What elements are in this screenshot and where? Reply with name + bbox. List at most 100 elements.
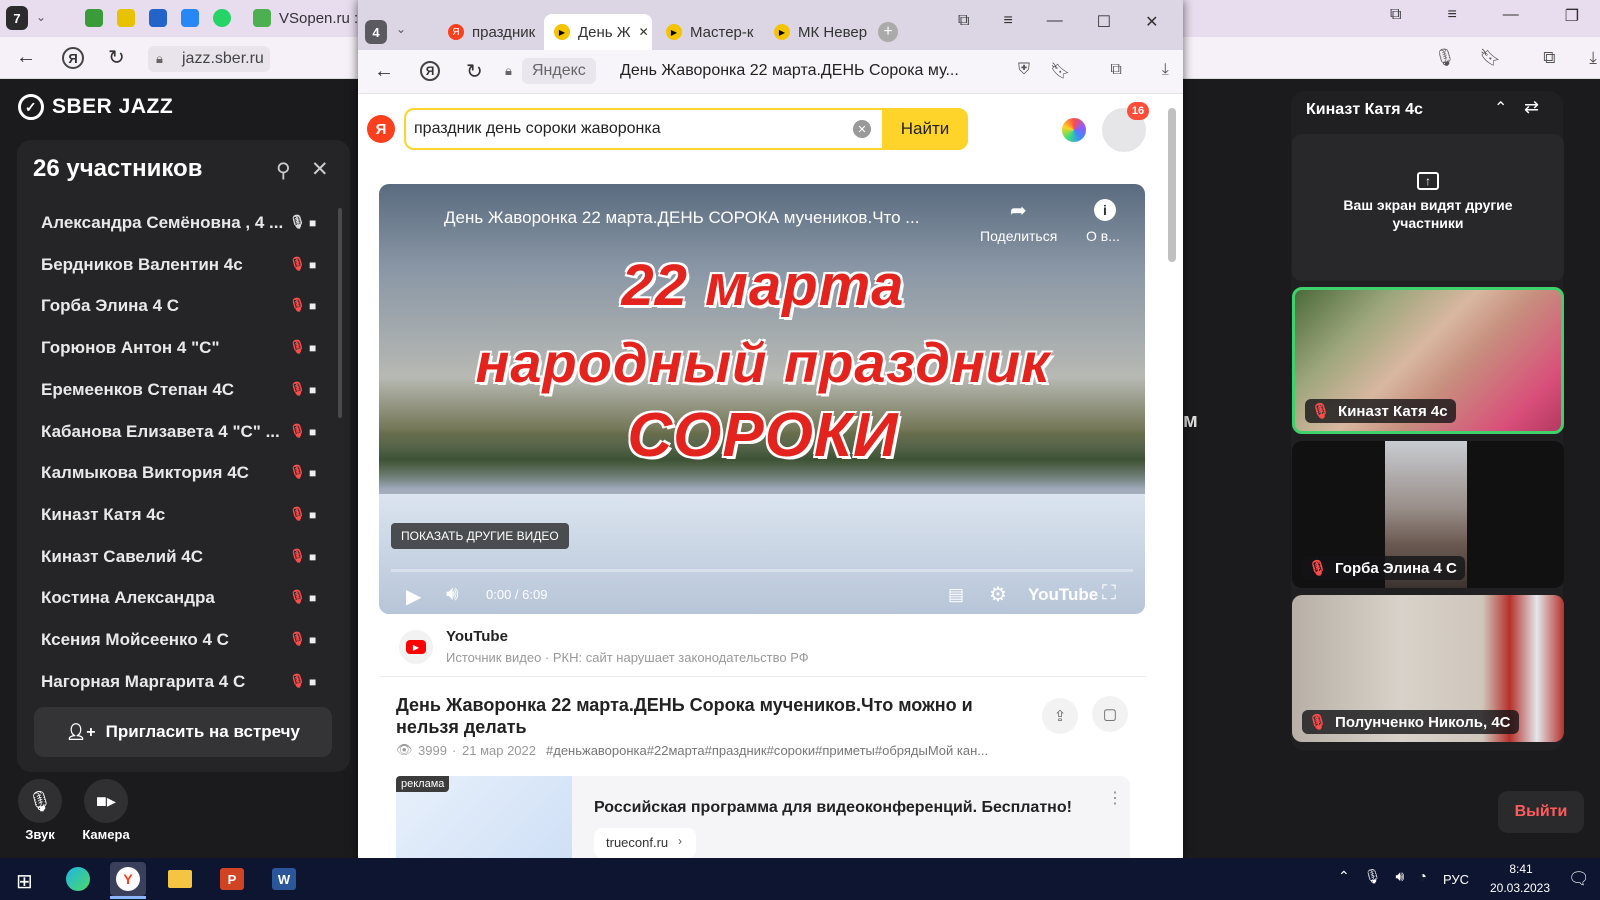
- video-tile[interactable]: 🎙︎ Киназт Катя 4с: [1292, 287, 1564, 434]
- chevron-up-icon[interactable]: ⌃: [1494, 98, 1507, 118]
- video-progress-track[interactable]: [391, 569, 1133, 572]
- yandex-icon[interactable]: Я: [62, 47, 84, 69]
- yandex-browser-icon[interactable]: Y: [110, 862, 146, 896]
- mic-icon[interactable]: 🎙︎: [1434, 48, 1456, 68]
- windows-start-icon[interactable]: ⊞: [16, 869, 33, 894]
- participant-row[interactable]: Бердников Валентин 4с 🎙︎ ■: [41, 245, 341, 285]
- word-icon[interactable]: W: [266, 862, 302, 896]
- play-icon[interactable]: ▶: [406, 584, 421, 609]
- video-tile[interactable]: 🎙︎ Горба Элина 4 С: [1292, 441, 1564, 588]
- participant-row[interactable]: Горба Элина 4 С 🎙︎ ■: [41, 286, 341, 326]
- tab-search[interactable]: Япраздник: [438, 14, 538, 50]
- powerpoint-icon[interactable]: P: [214, 862, 250, 896]
- yandex-logo[interactable]: Я: [367, 115, 395, 143]
- mic-icon[interactable]: 🎙︎: [1364, 868, 1382, 885]
- close-icon[interactable]: ✕: [1145, 12, 1158, 32]
- clock-time[interactable]: 8:41: [1498, 862, 1544, 876]
- whatsapp-icon[interactable]: [213, 9, 231, 27]
- video-tile[interactable]: 🎙︎ Полунченко Николь, 4С: [1292, 595, 1564, 742]
- tab-video-active[interactable]: ▶ День Ж ✕: [544, 14, 652, 50]
- reload-icon[interactable]: ↻: [466, 59, 483, 84]
- participant-row[interactable]: Кабанова Елизавета 4 "С" ... 🎙︎ ■: [41, 412, 341, 452]
- back-icon[interactable]: ←: [374, 60, 394, 83]
- mail-icon[interactable]: [149, 9, 167, 27]
- notifications-icon[interactable]: 🗨︎: [1568, 869, 1590, 889]
- file-explorer-icon[interactable]: [162, 862, 198, 896]
- camera-button[interactable]: ■▸: [84, 779, 128, 823]
- vk-icon[interactable]: [181, 9, 199, 27]
- shield-icon[interactable]: ⛨: [1018, 61, 1030, 81]
- bookmark-icon[interactable]: 🔖︎: [1050, 61, 1070, 81]
- tab-master[interactable]: ▶ Мастер-к: [656, 14, 760, 50]
- subtitles-icon[interactable]: ▤: [948, 585, 964, 605]
- volume-icon[interactable]: 🔊︎: [446, 583, 459, 606]
- tab-count-badge[interactable]: 7: [6, 6, 28, 30]
- share-icon[interactable]: ➦: [1010, 198, 1027, 223]
- youtube-brand[interactable]: YouTube: [1028, 585, 1098, 605]
- save-button[interactable]: ▢: [1092, 696, 1128, 732]
- download-icon[interactable]: ⤓: [1162, 61, 1169, 81]
- alice-icon[interactable]: [1062, 118, 1086, 142]
- vsopen-icon[interactable]: [253, 9, 271, 27]
- extensions-icon[interactable]: ⧉: [1110, 61, 1121, 81]
- minimize-icon[interactable]: —: [1047, 12, 1063, 32]
- info-label[interactable]: О в...: [1086, 228, 1120, 244]
- extensions-icon[interactable]: ⧉: [1543, 48, 1555, 68]
- network-icon[interactable]: ◔: [1418, 868, 1426, 885]
- clear-icon[interactable]: ✕: [853, 120, 871, 138]
- bookmark-icon[interactable]: 🔖︎: [1480, 48, 1502, 68]
- search-icon[interactable]: ⚲: [276, 158, 291, 183]
- settings-icon[interactable]: ⚙: [989, 582, 1007, 607]
- tab-count-badge[interactable]: 4: [365, 20, 387, 44]
- chevron-down-icon[interactable]: ⌄: [396, 22, 406, 36]
- more-videos-button[interactable]: ПОКАЗАТЬ ДРУГИЕ ВИДЕО: [391, 523, 569, 549]
- ad-title[interactable]: Российская программа для видеоконференци…: [594, 799, 1072, 817]
- chevron-up-icon[interactable]: ⌃: [1338, 868, 1350, 885]
- reload-icon[interactable]: ↻: [108, 45, 125, 70]
- video-player[interactable]: [379, 184, 1145, 614]
- download-icon[interactable]: ⤓: [1589, 48, 1597, 68]
- chevron-down-icon[interactable]: ⌄: [36, 10, 46, 24]
- invite-button[interactable]: 👤︎+ Пригласить на встречу: [34, 707, 332, 757]
- layout-switch-icon[interactable]: ⇄: [1524, 97, 1539, 118]
- participant-row[interactable]: Еремеенков Степан 4С 🎙︎ ■: [41, 370, 341, 410]
- result-title[interactable]: День Жаворонка 22 марта.ДЕНЬ Сорока муче…: [396, 694, 1016, 738]
- app-icon[interactable]: [117, 9, 135, 27]
- sound-button[interactable]: 🎙︎: [18, 779, 62, 823]
- tab-vsopen[interactable]: VSopen.ru ::: [279, 10, 362, 27]
- new-tab-icon[interactable]: +: [878, 22, 898, 42]
- restore-icon[interactable]: ☐: [1097, 12, 1111, 32]
- search-button[interactable]: Найти: [882, 108, 968, 150]
- participant-row[interactable]: Нагорная Маргарита 4 С 🎙︎ ■: [41, 662, 341, 702]
- source-name[interactable]: YouTube: [446, 628, 508, 645]
- info-icon[interactable]: i: [1094, 199, 1116, 221]
- language-indicator[interactable]: РУС: [1443, 872, 1469, 887]
- page-title[interactable]: День Жаворонка 22 марта.ДЕНЬ Сорока му..…: [620, 62, 980, 80]
- minimize-icon[interactable]: —: [1503, 6, 1519, 32]
- close-icon[interactable]: ✕: [639, 25, 649, 39]
- collections-icon[interactable]: ⧉: [1390, 6, 1401, 32]
- participant-row[interactable]: Киназт Катя 4с 🎙︎ ■: [41, 495, 341, 535]
- close-icon[interactable]: ✕: [311, 157, 329, 182]
- fullscreen-icon[interactable]: ⛶: [1102, 582, 1116, 605]
- participant-row[interactable]: Горюнов Антон 4 "С" 🎙︎ ■: [41, 328, 341, 368]
- video-title[interactable]: День Жаворонка 22 марта.ДЕНЬ СОРОКА муче…: [444, 208, 974, 228]
- restore-icon[interactable]: ❐: [1565, 6, 1579, 32]
- exit-button[interactable]: Выйти: [1498, 791, 1584, 833]
- participants-scrollbar[interactable]: [338, 208, 342, 418]
- outer-address-bar[interactable]: jazz.sber.ru: [148, 46, 270, 72]
- search-input[interactable]: [414, 114, 834, 144]
- participant-row[interactable]: Калмыкова Виктория 4С 🎙︎ ■: [41, 453, 341, 493]
- yandex-icon[interactable]: Я: [420, 61, 440, 81]
- participant-row[interactable]: Александра Семёновна , 4 ... 🎙︎ ■: [41, 203, 341, 243]
- menu-icon[interactable]: ≡: [1003, 12, 1012, 32]
- clock-date[interactable]: 20.03.2023: [1480, 881, 1560, 895]
- page-scrollbar[interactable]: [1168, 108, 1176, 262]
- edge-icon[interactable]: [60, 862, 96, 896]
- menu-icon[interactable]: ≡: [1447, 6, 1456, 32]
- share-label[interactable]: Поделиться: [980, 228, 1057, 244]
- app-icon[interactable]: [85, 9, 103, 27]
- participant-row[interactable]: Киназт Савелий 4С 🎙︎ ■: [41, 537, 341, 577]
- participant-row[interactable]: Костина Александра 🎙︎ ■: [41, 578, 341, 618]
- more-options-icon[interactable]: ⋮: [1107, 788, 1123, 808]
